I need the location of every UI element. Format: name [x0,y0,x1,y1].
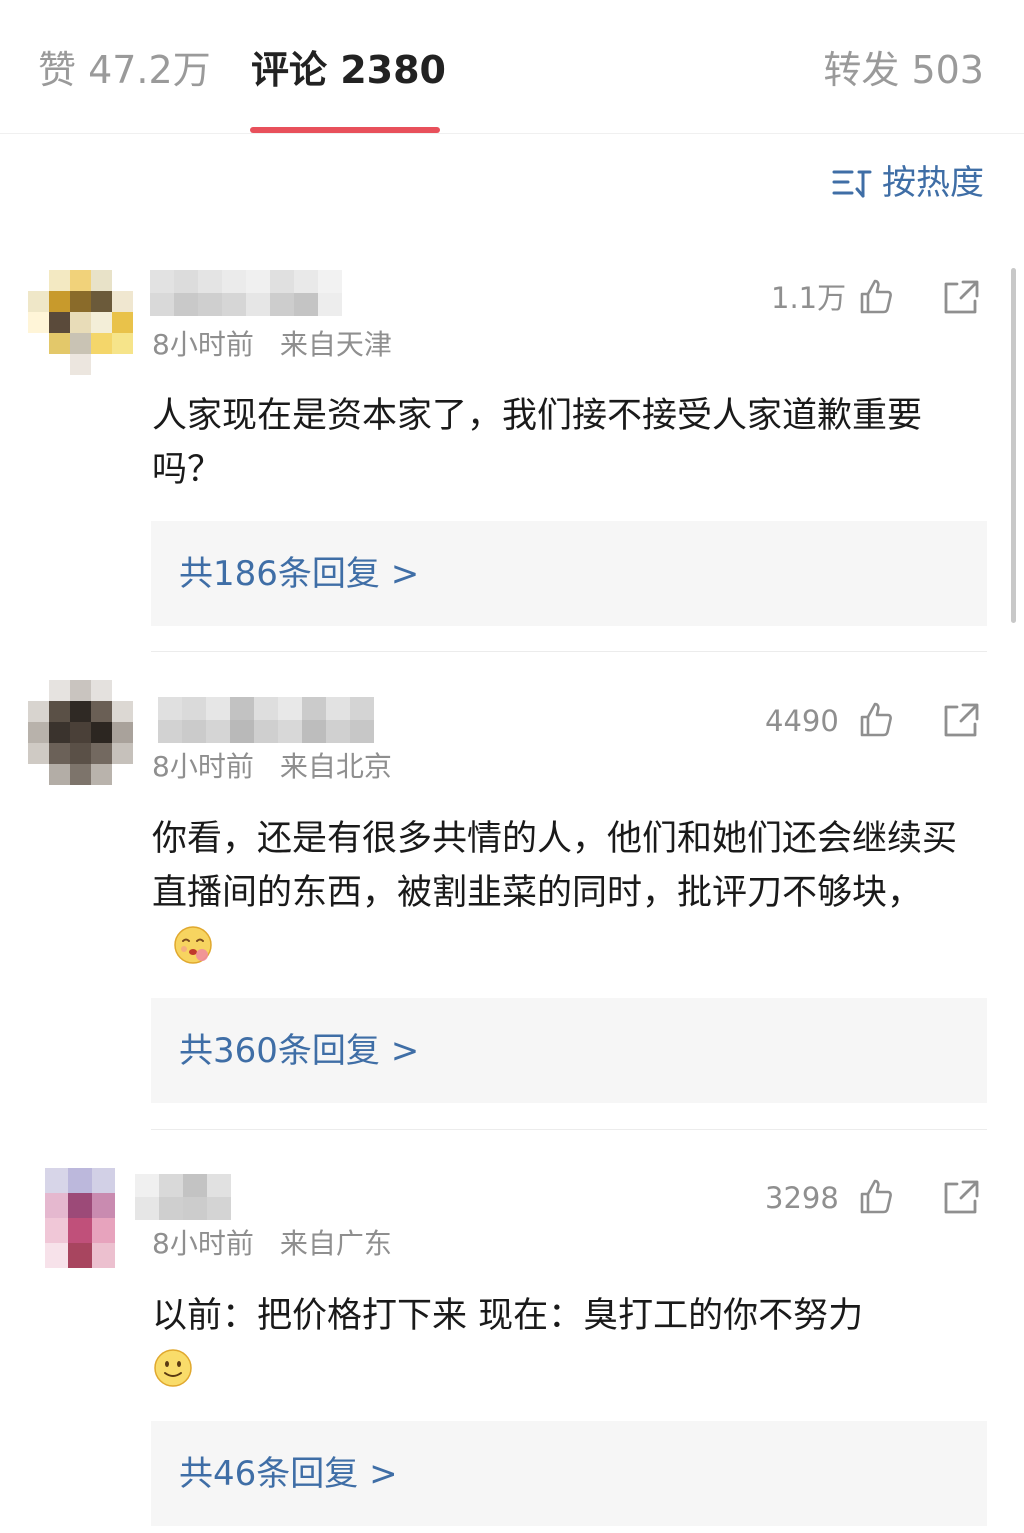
share-icon[interactable] [941,278,981,316]
pensive-face-emoji-icon [174,926,212,964]
active-tab-indicator [250,127,440,133]
comment-location: 来自北京 [279,750,392,783]
like-count: 1.1万 [771,281,847,315]
comment-meta: 8小时前 来自广东 [152,1225,392,1263]
share-icon[interactable] [941,1178,981,1216]
comment-location: 来自广东 [279,1227,392,1260]
avatar[interactable] [28,680,133,785]
comment-time: 8小时前 [152,328,254,361]
thumbs-up-icon[interactable] [856,277,894,315]
comment-text: 以前：把价格打下来 现在：臭打工的你不努力 [152,1289,962,1397]
view-replies-link[interactable]: 共46条回复 > [179,1451,398,1497]
username-blurred[interactable] [135,1174,231,1220]
replies-box[interactable]: 共186条回复 > [151,521,987,626]
comment-time: 8小时前 [152,1227,254,1260]
comment-meta: 8小时前 来自天津 [152,326,392,364]
like-count: 4490 [765,704,839,738]
comment-text-body: 以前：把价格打下来 现在：臭打工的你不努力 [152,1296,864,1336]
thumbs-up-icon[interactable] [856,1177,894,1215]
comment-location: 来自天津 [279,328,392,361]
avatar[interactable] [28,270,133,375]
view-replies-link[interactable]: 共186条回复 > [179,551,419,597]
like-count: 3298 [765,1181,839,1215]
replies-box[interactable]: 共46条回复 > [151,1421,987,1526]
divider [151,1129,987,1130]
tab-reposts[interactable]: 转发 503 [823,44,984,96]
sort-label: 按热度 [882,163,984,203]
replies-box[interactable]: 共360条回复 > [151,998,987,1103]
smile-face-emoji-icon [154,1349,192,1387]
avatar[interactable] [45,1168,115,1268]
tab-comments[interactable]: 评论 2380 [251,44,446,96]
comment-text: 人家现在是资本家了，我们接不接受人家道歉重要吗？ [152,396,923,490]
comment-text-body: 你看，还是有很多共情的人，他们和她们还会继续买直播间的东西，被割韭菜的同时，批评… [152,819,958,913]
share-icon[interactable] [941,701,981,739]
thumbs-up-icon[interactable] [856,700,894,738]
username-blurred[interactable] [150,270,342,316]
comment-meta: 8小时前 来自北京 [152,748,392,786]
sort-by-hot-button[interactable]: 按热度 [832,160,984,206]
view-replies-link[interactable]: 共360条回复 > [179,1028,419,1074]
comment-text: 你看，还是有很多共情的人，他们和她们还会继续买直播间的东西，被割韭菜的同时，批评… [152,812,962,974]
comment-time: 8小时前 [152,750,254,783]
username-blurred[interactable] [158,697,374,743]
tab-likes[interactable]: 赞 47.2万 [38,44,211,96]
scrollbar[interactable] [1011,268,1016,623]
tab-bar: 赞 47.2万 评论 2380 转发 503 [0,0,1024,134]
sort-icon [832,170,872,198]
divider [151,651,987,652]
